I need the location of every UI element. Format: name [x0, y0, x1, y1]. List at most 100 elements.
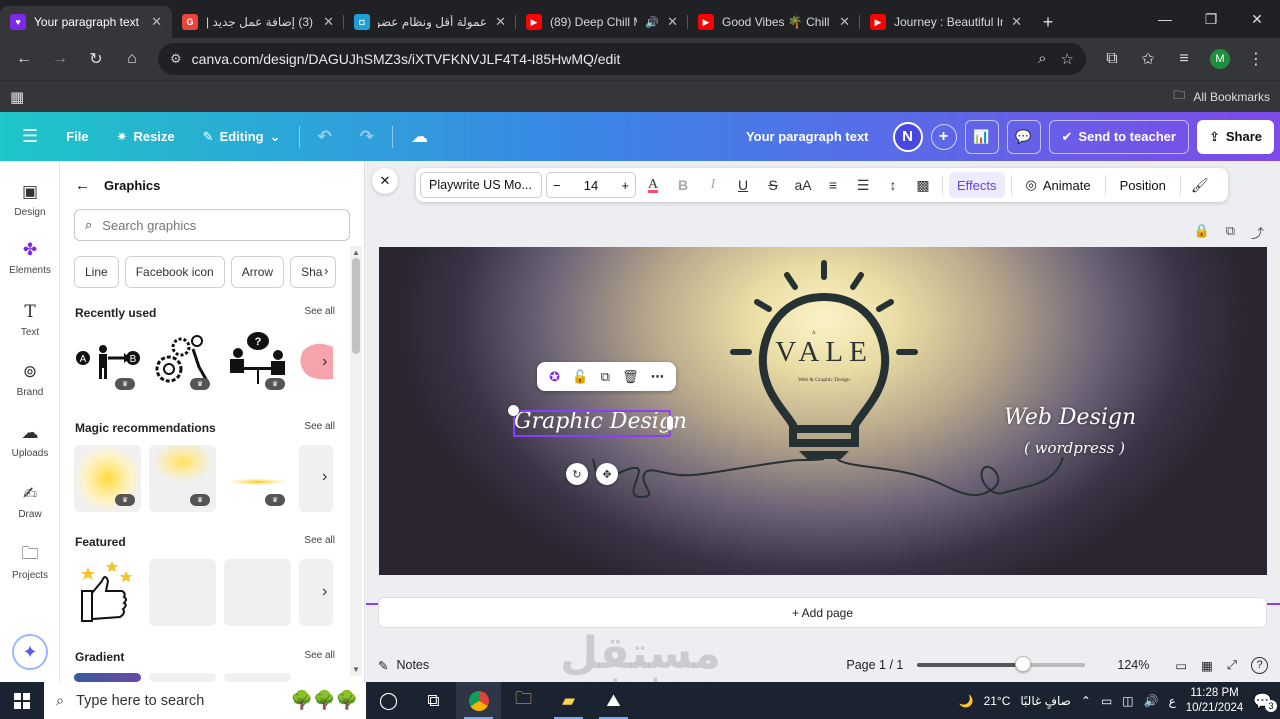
chip-shape[interactable]: Sha — [290, 256, 337, 288]
bookmark-star-icon[interactable]: ☆ — [1061, 50, 1074, 68]
graphic-thumbs-up[interactable] — [74, 559, 141, 626]
see-all-link[interactable]: See all — [304, 421, 335, 435]
tab-close-icon[interactable]: ✕ — [667, 14, 678, 30]
weather-text[interactable]: صافٍ غالبًا — [1020, 694, 1070, 708]
file-explorer-icon[interactable]: 🗀 — [501, 682, 546, 719]
chrome-taskbar-icon[interactable] — [456, 682, 501, 719]
browser-menu-icon[interactable]: ⋮ — [1240, 43, 1272, 75]
increase-size-button[interactable]: + — [621, 178, 629, 193]
invite-plus-button[interactable]: + — [930, 123, 957, 150]
duplicate-page-icon[interactable]: ⧉ — [1226, 223, 1235, 242]
site-info-icon[interactable]: ⚙ — [170, 51, 182, 67]
user-avatar[interactable]: N — [892, 121, 923, 152]
delete-icon[interactable]: 🗑 — [622, 369, 639, 385]
sticky-notes-icon[interactable]: ▰ — [546, 682, 591, 719]
spacing-icon[interactable]: ↕ — [880, 172, 906, 198]
transparency-icon[interactable]: ▩ — [910, 172, 936, 198]
undo-button[interactable]: ↶ — [304, 120, 346, 154]
minimize-button[interactable]: — — [1142, 0, 1188, 38]
favorites-icon[interactable]: ✩ — [1132, 43, 1164, 75]
scrollbar-thumb[interactable] — [352, 258, 360, 354]
insights-button[interactable]: 📊 — [964, 119, 999, 154]
resize-button[interactable]: ✷ Resize — [103, 120, 189, 154]
temperature[interactable]: 21°C — [984, 694, 1011, 708]
forward-button[interactable]: → — [44, 43, 76, 75]
tab-close-icon[interactable]: ✕ — [839, 14, 850, 30]
magic-sparkle-button[interactable]: ✦ — [12, 634, 48, 670]
tray-chevron-icon[interactable]: ⌃ — [1081, 694, 1091, 708]
zoom-icon[interactable]: ⌕ — [1038, 50, 1046, 68]
chip-facebook-icon[interactable]: Facebook icon — [124, 256, 225, 288]
comments-button[interactable]: 💬 — [1006, 119, 1041, 154]
zoom-slider-knob[interactable] — [1015, 656, 1032, 672]
tab-close-icon[interactable]: ✕ — [323, 14, 334, 30]
clock[interactable]: 11:28 PM 10/21/2024 — [1186, 686, 1244, 716]
graphic-placeholder[interactable] — [299, 559, 333, 626]
start-button[interactable] — [0, 682, 44, 719]
taskbar-search[interactable]: ⌕ Type here to search 🌳🌳🌳 — [44, 682, 366, 719]
rail-item-projects[interactable]: 🗀 Projects — [0, 544, 60, 582]
web-design-text[interactable]: Web Design — [1004, 405, 1136, 430]
chips-next-arrow-icon[interactable]: › — [324, 263, 328, 278]
notes-button[interactable]: ✎ Notes — [378, 658, 429, 673]
back-arrow-icon[interactable]: ← — [75, 177, 90, 194]
close-panel-button[interactable]: ✕ — [372, 168, 398, 194]
address-bar[interactable]: ⚙ canva.com/design/DAGUJhSMZ3s/iXTVFKNVJ… — [158, 43, 1086, 75]
lock-page-icon[interactable]: 🔒 — [1194, 223, 1210, 242]
audio-playing-icon[interactable]: 🔊 — [645, 16, 659, 29]
see-all-link[interactable]: See all — [304, 535, 335, 549]
rail-item-design[interactable]: ▣ Design — [0, 181, 60, 218]
input-language[interactable]: ع — [1169, 694, 1176, 708]
featured-next-arrow-icon[interactable]: › — [322, 583, 327, 601]
gradient-swatch[interactable] — [224, 673, 291, 682]
all-bookmarks-button[interactable]: 🗀 All Bookmarks — [1173, 86, 1270, 107]
duplicate-icon[interactable]: ⧉ — [601, 369, 610, 385]
close-window-button[interactable]: ✕ — [1234, 0, 1280, 38]
apps-grid-icon[interactable]: ▦ — [10, 88, 24, 106]
resize-handle-right[interactable] — [666, 415, 674, 431]
main-menu-button[interactable]: ☰ — [0, 120, 52, 154]
more-options-icon[interactable]: ⋯ — [651, 369, 664, 385]
graphic-placeholder[interactable] — [224, 559, 291, 626]
fullscreen-icon[interactable]: ⤢ — [1227, 658, 1237, 673]
graphic-yellow-glow[interactable]: ♛ — [74, 445, 141, 512]
align-center-icon[interactable]: ≡ — [820, 172, 846, 198]
rotate-handle[interactable]: ↻ — [566, 463, 588, 485]
graphic-meeting[interactable]: ? ♛ — [224, 329, 291, 396]
file-menu[interactable]: File — [52, 120, 102, 154]
graphic-pink-blob[interactable] — [299, 329, 333, 396]
tab-close-icon[interactable]: ✕ — [1011, 14, 1022, 30]
panel-scrollbar[interactable]: ▲ ▼ — [350, 246, 362, 676]
network-icon[interactable]: ◫ — [1122, 694, 1133, 708]
animate-button[interactable]: ◎ Animate — [1018, 177, 1099, 193]
battery-icon[interactable]: ▭ — [1101, 694, 1112, 708]
strikethrough-icon[interactable]: S — [760, 172, 786, 198]
add-page-button[interactable]: + Add page — [378, 597, 1267, 628]
editing-mode-dropdown[interactable]: ✎ Editing ⌄ — [189, 120, 295, 154]
back-button[interactable]: ← — [8, 43, 40, 75]
chip-arrow[interactable]: Arrow — [230, 256, 285, 288]
reload-button[interactable]: ↻ — [80, 43, 112, 75]
graphic-gears-person[interactable]: ♛ — [149, 329, 216, 396]
rail-item-uploads[interactable]: ☁ Uploads — [0, 422, 60, 459]
recent-next-arrow-icon[interactable]: › — [322, 353, 327, 371]
wordpress-text[interactable]: ( wordpress ) — [1024, 439, 1125, 457]
browser-tab-5[interactable]: ▶ Good Vibes 🌴 Chill ✕ — [688, 6, 860, 38]
graphic-yellow-glow-soft[interactable]: ♛ — [149, 445, 216, 512]
font-size-value[interactable]: 14 — [584, 178, 598, 193]
list-icon[interactable]: ☰ — [850, 172, 876, 198]
cloud-saved-icon[interactable]: ☁ — [397, 120, 442, 154]
selection-corner-dot[interactable] — [508, 405, 519, 416]
rail-item-elements[interactable]: ✤ Elements — [0, 239, 60, 276]
bold-icon[interactable]: B — [670, 172, 696, 198]
tab-close-icon[interactable]: ✕ — [495, 14, 506, 30]
extensions-icon[interactable]: ⧉ — [1096, 43, 1128, 75]
zoom-level[interactable]: 124% — [1117, 658, 1149, 672]
photos-icon[interactable]: ⛰ — [591, 682, 636, 719]
graphic-placeholder[interactable] — [149, 559, 216, 626]
rail-item-brand[interactable]: ⊚ Brand — [0, 361, 60, 398]
browser-tab-3[interactable]: ◘ عمولة أقل ونظام عضو ✕ — [344, 6, 516, 38]
font-family-dropdown[interactable]: Playwrite US Mo... — [420, 172, 542, 198]
redo-button[interactable]: ↷ — [346, 120, 388, 154]
page-view-icon[interactable]: ▭ — [1175, 658, 1187, 673]
